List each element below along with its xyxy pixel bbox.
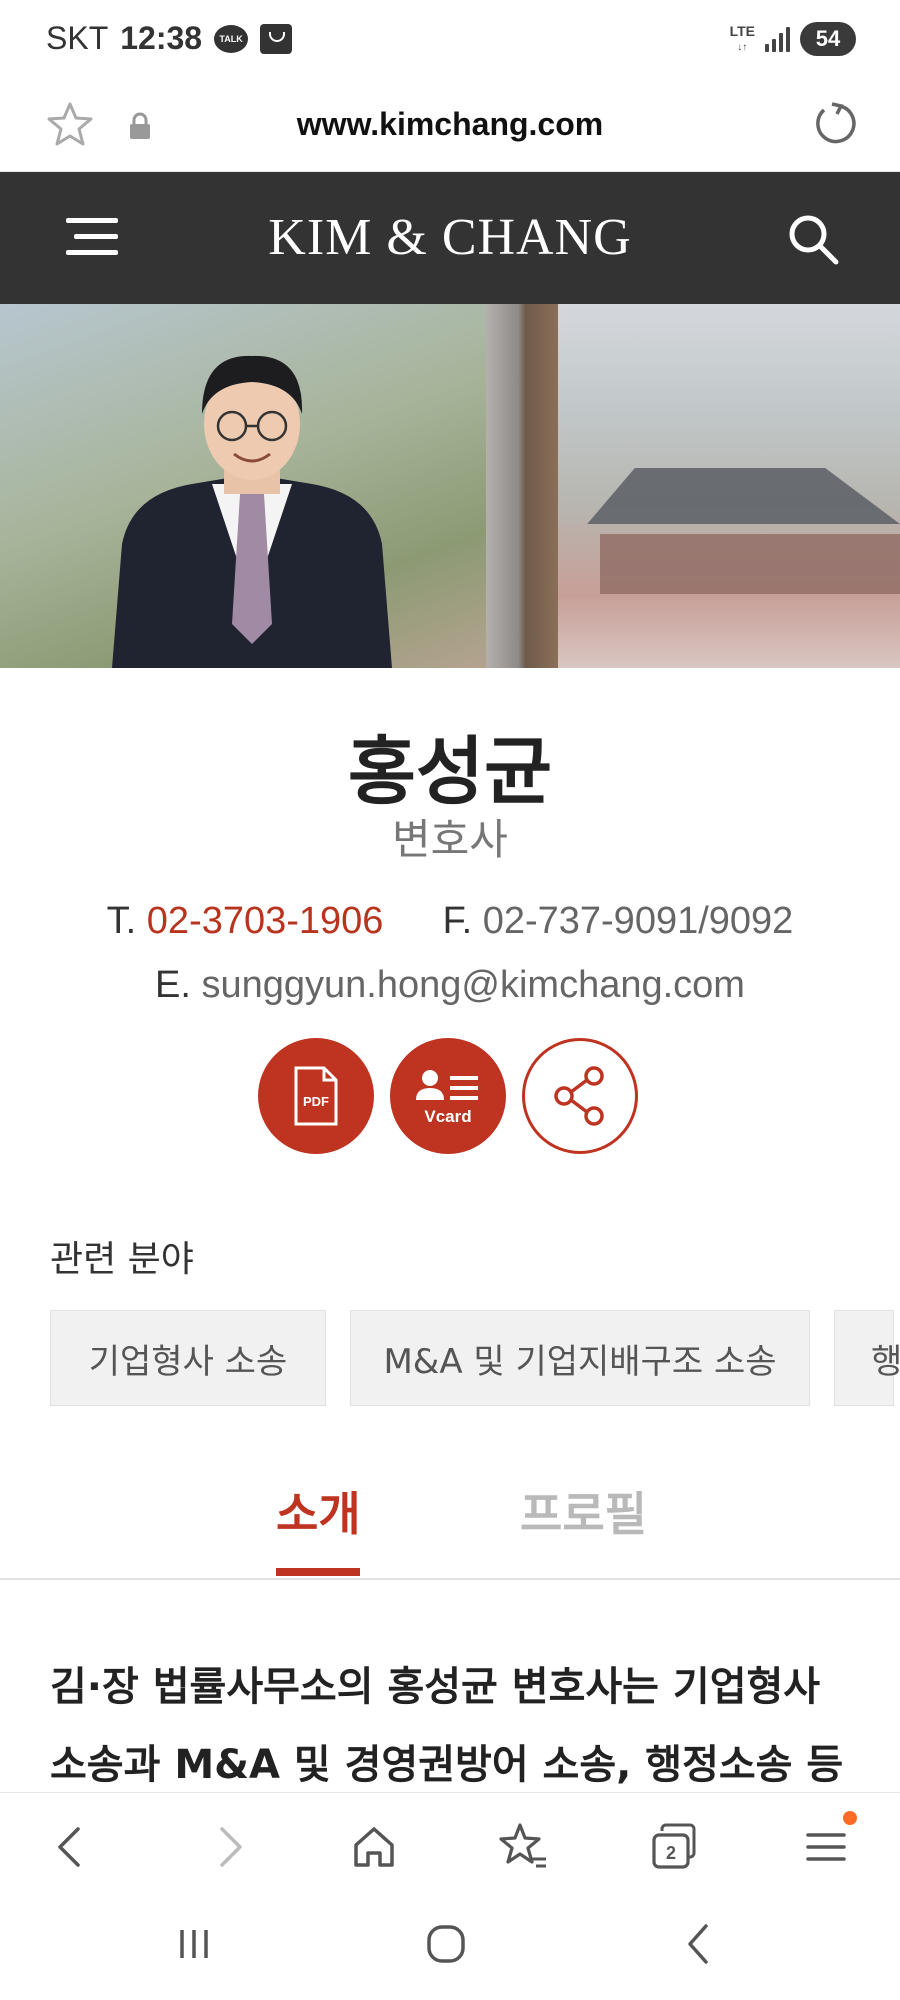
- search-icon[interactable]: [784, 210, 842, 268]
- notification-dot: [843, 1811, 857, 1825]
- phone-link[interactable]: 02-3703-1906: [147, 900, 384, 942]
- related-areas-label: 관련 분야: [50, 1239, 194, 1280]
- practice-chip[interactable]: 기업형사 소송: [50, 1310, 326, 1406]
- phone-label: T.: [106, 900, 137, 942]
- svg-text:2: 2: [666, 1843, 676, 1863]
- back-nav-icon[interactable]: [668, 1914, 728, 1974]
- site-header: KIM & CHANG: [0, 172, 900, 304]
- lawyer-title: 변호사: [392, 815, 508, 864]
- active-tab-indicator: [276, 1568, 360, 1576]
- svg-text:PDF: PDF: [303, 1094, 329, 1109]
- browser-url-bar: www.kimchang.com: [0, 82, 900, 172]
- carrier-label: SKT: [46, 20, 109, 56]
- pdf-icon: PDF: [294, 1066, 338, 1126]
- share-icon: [554, 1066, 604, 1126]
- practice-chip[interactable]: M&A 및 기업지배구조 소송: [350, 1310, 810, 1406]
- share-button[interactable]: [522, 1038, 638, 1154]
- browser-toolbar: 2: [0, 1792, 900, 1892]
- network-type: LTE ↓↑: [729, 22, 755, 53]
- email-link[interactable]: sunggyun.hong@kimchang.com: [202, 964, 745, 1006]
- lawyer-name: 홍성균: [347, 729, 553, 815]
- email-line: E. sunggyun.hong@kimchang.com: [0, 964, 900, 1007]
- profile-tabs: 소개 프로필: [0, 1468, 900, 1580]
- menu-icon[interactable]: [798, 1819, 854, 1875]
- fax-label: F.: [442, 900, 473, 942]
- android-nav-bar: [0, 1892, 900, 2000]
- clock: 12:38: [120, 20, 203, 56]
- url-text[interactable]: www.kimchang.com: [0, 106, 900, 143]
- profile-hero-image: [0, 304, 900, 668]
- reload-icon[interactable]: [810, 98, 860, 148]
- shopping-notification-icon: [260, 23, 293, 54]
- fax-number: 02-737-9091/9092: [482, 900, 794, 942]
- status-bar: SKT 12:38 TALK LTE ↓↑ 54: [0, 0, 900, 82]
- vcard-button[interactable]: Vcard: [390, 1038, 506, 1154]
- kim-chang-logo[interactable]: KIM & CHANG: [0, 208, 900, 267]
- vcard-icon: Vcard: [416, 1070, 478, 1126]
- home-icon[interactable]: [346, 1819, 402, 1875]
- related-areas-list: 기업형사 소송 M&A 및 기업지배구조 소송 행: [50, 1310, 900, 1406]
- profile-actions: PDF Vcard: [258, 1038, 638, 1154]
- battery-icon: 54: [800, 22, 856, 56]
- home-circle-icon[interactable]: [416, 1914, 476, 1974]
- forward-icon[interactable]: [200, 1819, 256, 1875]
- signal-icon: [765, 26, 790, 52]
- tab-intro[interactable]: 소개: [276, 1478, 361, 1544]
- lawyer-portrait: [112, 355, 392, 668]
- pdf-download-button[interactable]: PDF: [258, 1038, 374, 1154]
- recents-icon[interactable]: [164, 1914, 224, 1974]
- practice-chip[interactable]: 행: [834, 1310, 900, 1406]
- phone-fax-line: T. 02-3703-1906 F. 02-737-9091/9092: [0, 900, 900, 943]
- kakaotalk-notification-icon: TALK: [214, 24, 249, 53]
- bookmarks-icon[interactable]: [496, 1819, 552, 1875]
- tabs-icon[interactable]: 2: [646, 1819, 702, 1875]
- tab-profile[interactable]: 프로필: [520, 1478, 647, 1544]
- back-icon[interactable]: [44, 1819, 100, 1875]
- email-label: E.: [155, 964, 191, 1006]
- svg-text:Vcard: Vcard: [424, 1107, 471, 1126]
